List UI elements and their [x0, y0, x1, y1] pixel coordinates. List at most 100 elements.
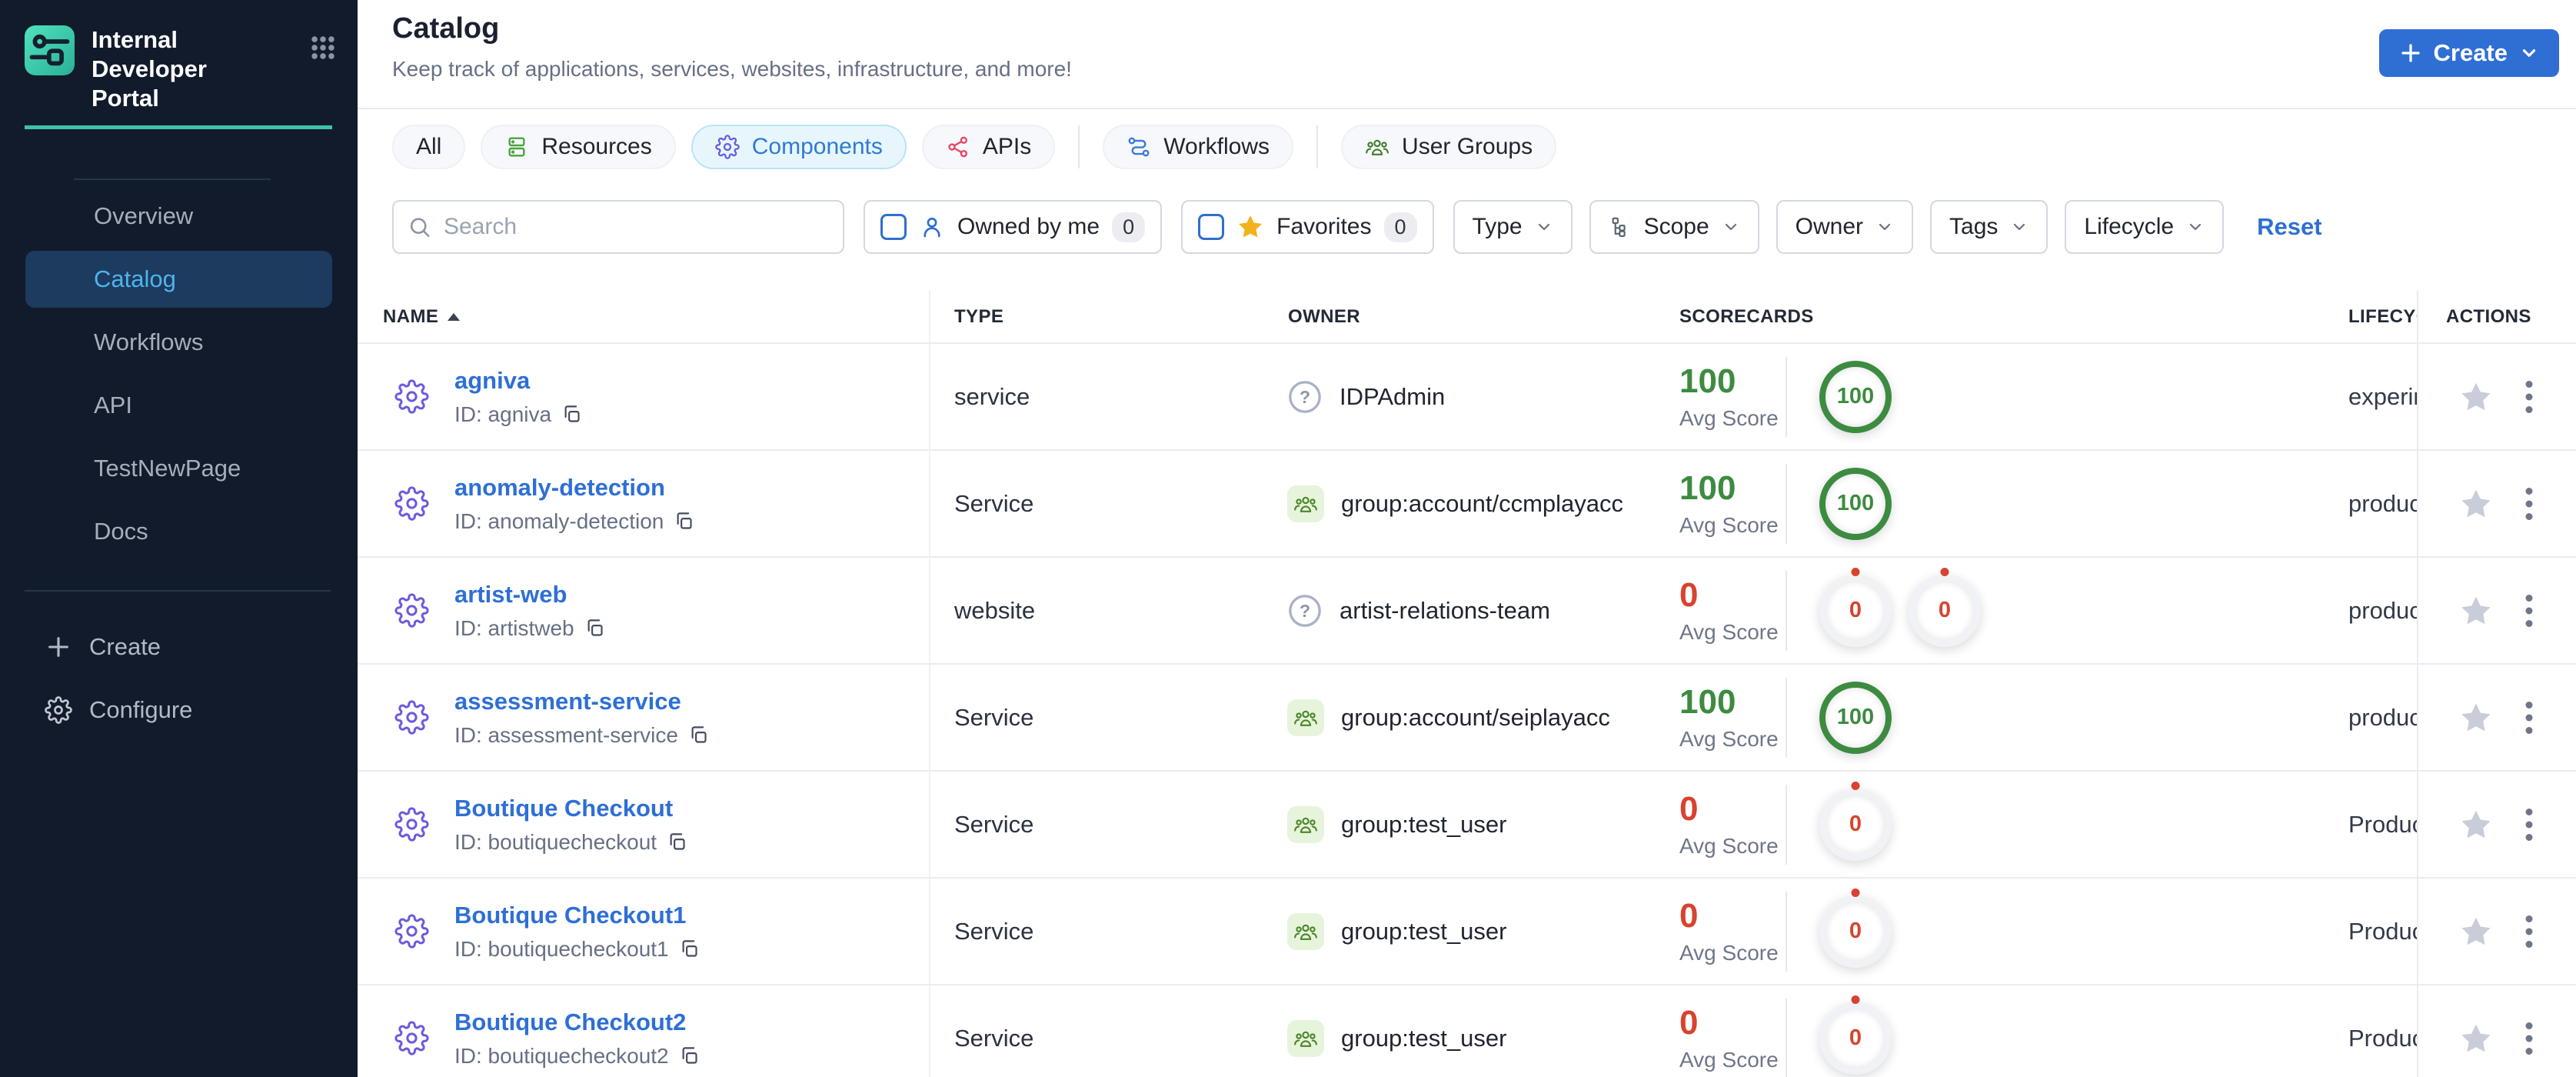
sidebar-item-api[interactable]: API: [0, 374, 358, 437]
favorite-star-icon[interactable]: [2458, 486, 2494, 522]
entity-name-link[interactable]: Boutique Checkout2: [454, 1009, 700, 1036]
tab-separator: [1078, 125, 1080, 168]
entity-name-link[interactable]: agniva: [454, 367, 582, 395]
scorecard-badge[interactable]: 100: [1819, 681, 1892, 754]
sidebar-item-docs[interactable]: Docs: [0, 500, 358, 563]
sidebar-item-catalog[interactable]: Catalog: [25, 251, 332, 308]
sidebar-create-button[interactable]: Create: [0, 615, 358, 679]
score-divider: [1786, 463, 1787, 544]
entity-name-link[interactable]: anomaly-detection: [454, 474, 694, 502]
kebab-menu-icon[interactable]: [2524, 486, 2534, 522]
score-divider: [1786, 891, 1787, 972]
kebab-menu-icon[interactable]: [2524, 379, 2534, 415]
favorite-star-icon[interactable]: [2458, 1021, 2494, 1056]
type-cell: website: [954, 596, 1036, 624]
favorite-star-icon[interactable]: [2458, 914, 2494, 949]
search-input[interactable]: [441, 213, 829, 241]
tab-components[interactable]: Components: [691, 125, 907, 169]
copy-icon[interactable]: [688, 725, 709, 745]
avg-score-value: 0: [1679, 790, 1699, 828]
copy-icon[interactable]: [674, 511, 694, 532]
kebab-menu-icon[interactable]: [2524, 1021, 2534, 1056]
scorecard-badge[interactable]: 100: [1819, 467, 1892, 540]
entity-name-link[interactable]: assessment-service: [454, 688, 709, 715]
tab-apis[interactable]: APIs: [921, 125, 1056, 169]
sidebar-item-testnewpage[interactable]: TestNewPage: [0, 437, 358, 500]
favorite-star-icon[interactable]: [2458, 379, 2494, 415]
copy-icon[interactable]: [679, 1045, 700, 1066]
page-header: Catalog Keep track of applications, serv…: [358, 0, 2576, 109]
kebab-menu-icon[interactable]: [2524, 807, 2534, 842]
dropdown-label: Owner: [1795, 214, 1864, 239]
actions-cell: [2417, 985, 2576, 1077]
favorite-star-icon[interactable]: [2458, 807, 2494, 842]
filter-dropdown-owner[interactable]: Owner: [1776, 200, 1914, 254]
entity-name-link[interactable]: artist-web: [454, 581, 605, 609]
sidebar-bottom: Create Configure: [0, 615, 358, 742]
component-gear-icon: [394, 807, 429, 842]
chevron-down-icon: [2190, 223, 2202, 231]
avg-score-value: 0: [1679, 1004, 1699, 1042]
avg-score-label: Avg Score: [1679, 834, 1779, 858]
actions-cell: [2417, 558, 2576, 663]
sidebar-item-workflows[interactable]: Workflows: [0, 311, 358, 374]
owned-by-me-checkbox[interactable]: [880, 214, 907, 240]
tab-workflows[interactable]: Workflows: [1103, 125, 1294, 169]
actions-cell: [2417, 772, 2576, 877]
favorites-checkbox[interactable]: [1198, 214, 1225, 240]
name-cell: assessment-service ID: assessment-servic…: [358, 665, 930, 770]
copy-icon[interactable]: [584, 618, 605, 639]
filter-dropdown-scope[interactable]: Scope: [1589, 200, 1759, 254]
tab-separator: [1316, 125, 1319, 168]
type-cell: Service: [954, 917, 1034, 945]
filter-dropdown-lifecycle[interactable]: Lifecycle: [2065, 200, 2225, 254]
scorecard-badge[interactable]: 100: [1819, 360, 1892, 433]
entity-name-link[interactable]: Boutique Checkout1: [454, 902, 700, 929]
copy-icon[interactable]: [667, 832, 687, 852]
favorite-star-icon[interactable]: [2458, 700, 2494, 735]
scorecard-badge[interactable]: 0: [1909, 574, 1981, 647]
lifecycle-cell: production: [2348, 596, 2417, 624]
column-header-actions: ACTIONS: [2417, 291, 2576, 342]
entity-name-link[interactable]: Boutique Checkout: [454, 795, 687, 822]
owner-name: group:test_user: [1341, 810, 1507, 838]
copy-icon[interactable]: [679, 939, 700, 959]
scorecard-badge[interactable]: 0: [1819, 895, 1892, 968]
scorecard-badge[interactable]: 0: [1819, 574, 1892, 647]
scorecards-cell: 100 Avg Score 100: [1653, 665, 2338, 770]
avg-score-label: Avg Score: [1679, 406, 1779, 430]
favorites-filter[interactable]: Favorites 0: [1181, 200, 1434, 254]
scorecard-badge[interactable]: 0: [1819, 1002, 1892, 1075]
create-button[interactable]: Create: [2378, 29, 2559, 77]
filter-dropdown-tags[interactable]: Tags: [1930, 200, 2048, 254]
owner-name: group:account/seiplayacc: [1341, 703, 1610, 731]
column-header-name[interactable]: NAME: [358, 291, 930, 342]
lifecycle-cell: Production: [2348, 1024, 2417, 1052]
filter-dropdown-type[interactable]: Type: [1453, 200, 1573, 254]
favorite-star-icon[interactable]: [2458, 593, 2494, 629]
owner-cell: ? artist-relations-team: [1276, 558, 1653, 663]
sidebar-configure-button[interactable]: Configure: [0, 679, 358, 742]
lifecycle-cell: Production: [2348, 917, 2417, 945]
avg-score-value: 100: [1679, 469, 1736, 507]
sidebar-divider: [74, 178, 271, 180]
kebab-menu-icon[interactable]: [2524, 914, 2534, 949]
owned-by-me-filter[interactable]: Owned by me 0: [864, 200, 1163, 254]
kebab-menu-icon[interactable]: [2524, 700, 2534, 735]
gear-icon: [45, 696, 72, 724]
column-header-lifecycle: LIFECYCLE: [2348, 305, 2417, 327]
scorecard-badges: 100: [1819, 467, 1892, 540]
user-group-icon: [1287, 1019, 1324, 1057]
sidebar-item-overview[interactable]: Overview: [0, 185, 358, 248]
reset-filters-link[interactable]: Reset: [2257, 213, 2321, 241]
owner-name: group:test_user: [1341, 1024, 1507, 1052]
kebab-menu-icon[interactable]: [2524, 593, 2534, 629]
tab-user-groups[interactable]: User Groups: [1341, 125, 1557, 169]
scorecard-badge[interactable]: 0: [1819, 788, 1892, 861]
tab-all[interactable]: All: [392, 125, 466, 169]
search-box: [392, 200, 844, 254]
tab-resources[interactable]: Resources: [481, 125, 676, 169]
apps-grid-icon[interactable]: [310, 35, 336, 61]
search-icon: [410, 218, 430, 237]
copy-icon[interactable]: [561, 404, 582, 425]
